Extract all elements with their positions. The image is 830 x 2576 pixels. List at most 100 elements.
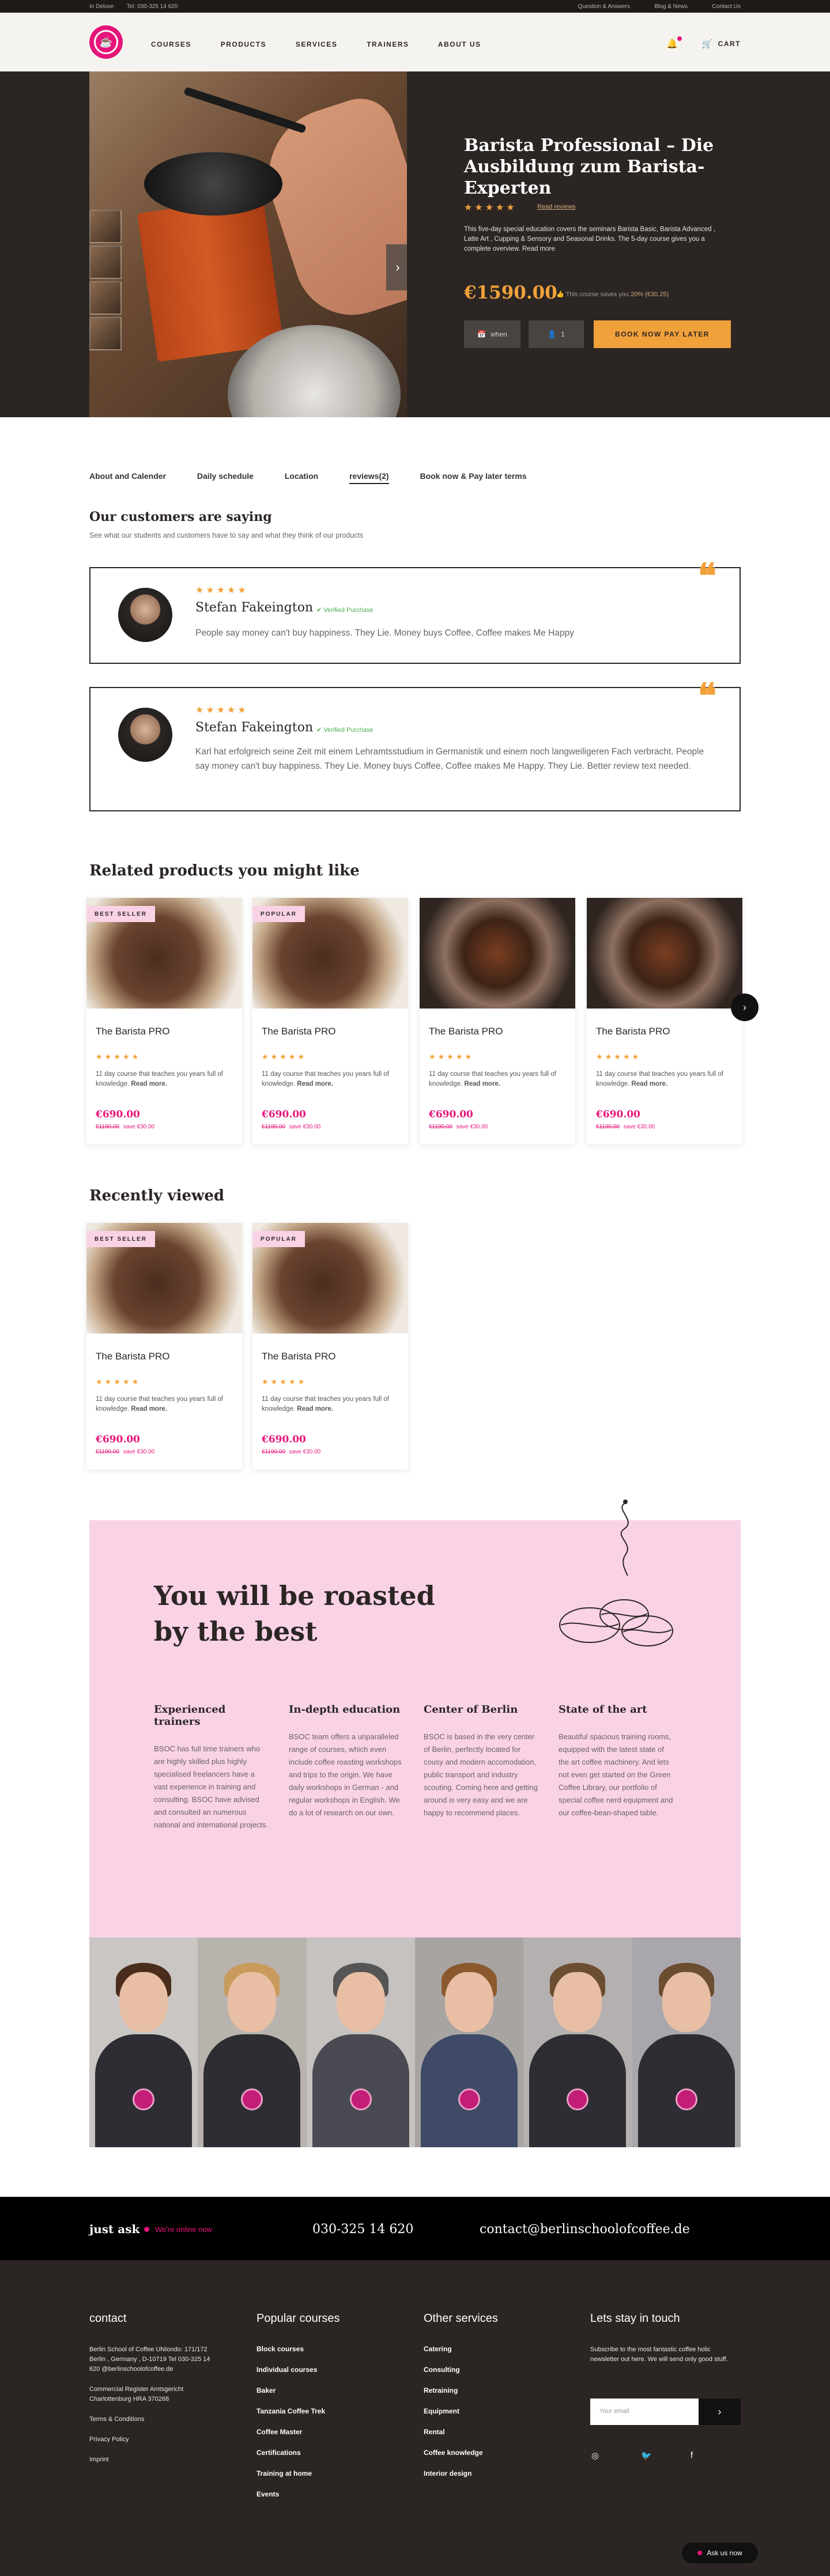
gallery-thumbnail[interactable] bbox=[89, 317, 122, 350]
footer-link[interactable]: Certifications bbox=[256, 2449, 340, 2457]
footer-link[interactable]: Consulting bbox=[424, 2366, 498, 2374]
tab-terms[interactable]: Book now & Pay later terms bbox=[420, 471, 526, 481]
nav-about[interactable]: ABOUT US bbox=[438, 40, 481, 48]
footer-link-imprint[interactable]: Imprint bbox=[89, 2455, 222, 2465]
old-price: €1190.00 bbox=[96, 1449, 119, 1455]
read-more-link[interactable]: Read more. bbox=[631, 1081, 667, 1087]
save-amount: €30.00 bbox=[637, 1124, 655, 1130]
coffee-beans-icon bbox=[559, 1599, 673, 1646]
tab-location[interactable]: Location bbox=[285, 471, 318, 481]
quote-icon: ❝ bbox=[697, 676, 716, 716]
product-hero: › Barista Professional – Die Ausbildung … bbox=[0, 71, 830, 417]
tab-schedule[interactable]: Daily schedule bbox=[197, 471, 254, 481]
contact-phone[interactable]: 030-325 14 620 bbox=[312, 2222, 413, 2237]
read-more-link[interactable]: Read more. bbox=[131, 1406, 167, 1412]
facebook-icon[interactable]: f bbox=[691, 2450, 693, 2460]
topbar-phone[interactable]: Tel: 030-325 14 620 bbox=[127, 3, 178, 10]
read-reviews-link[interactable]: Read reviews bbox=[537, 203, 576, 210]
footer-link-terms[interactable]: Terms & Conditions bbox=[89, 2415, 222, 2424]
ask-us-chat-button[interactable]: Ask us now bbox=[682, 2543, 758, 2563]
footer-link[interactable]: Retraining bbox=[424, 2386, 498, 2394]
nav-trainers[interactable]: TRAINERS bbox=[367, 40, 409, 48]
footer-link-privacy[interactable]: Privacy Policy bbox=[89, 2435, 222, 2445]
trainer-photo bbox=[198, 1937, 307, 2147]
product-card[interactable]: POPULAR The Barista PRO ★★★★★ 11 day cou… bbox=[252, 1223, 408, 1470]
topbar-link-blog[interactable]: Blog & News bbox=[655, 3, 688, 10]
topbar-location: In Deluxe bbox=[89, 3, 114, 10]
reviewer-name: Stefan Fakeington bbox=[195, 600, 314, 615]
tab-about[interactable]: About and Calender bbox=[89, 471, 166, 481]
instagram-icon[interactable]: ◎ bbox=[591, 2450, 599, 2461]
read-more-link[interactable]: Read more. bbox=[131, 1081, 167, 1087]
gallery-thumbnail[interactable] bbox=[89, 245, 122, 279]
quantity-select[interactable]: 👤 1 bbox=[529, 320, 584, 348]
carousel-next-arrow-icon[interactable]: › bbox=[731, 994, 759, 1021]
footer-link[interactable]: Rental bbox=[424, 2428, 498, 2436]
product-card[interactable]: BEST SELLER The Barista PRO ★★★★★ 11 day… bbox=[86, 898, 242, 1145]
footer-link[interactable]: Interior design bbox=[424, 2469, 498, 2477]
cart-icon[interactable]: 🛒 bbox=[701, 39, 713, 49]
apron-logo bbox=[675, 2088, 697, 2110]
tab-reviews[interactable]: reviews(2) bbox=[349, 471, 389, 484]
read-more-link[interactable]: Read more. bbox=[297, 1081, 333, 1087]
footer-link[interactable]: Events bbox=[256, 2490, 340, 2498]
product-card[interactable]: POPULAR The Barista PRO ★★★★★ 11 day cou… bbox=[252, 898, 408, 1145]
promo-feature-equipment: State of the art Beautiful spacious trai… bbox=[559, 1704, 674, 1819]
topbar-link-qa[interactable]: Question & Answers bbox=[578, 3, 630, 10]
badge-best-seller: BEST SELLER bbox=[86, 906, 155, 922]
product-card-old-price: €1190.00 save €30.00 bbox=[96, 1449, 155, 1455]
product-card[interactable]: BEST SELLER The Barista PRO ★★★★★ 11 day… bbox=[86, 1223, 242, 1470]
contact-email[interactable]: contact@berlinschoolofcoffee.de bbox=[480, 2222, 690, 2237]
product-card-title: The Barista PRO bbox=[429, 1026, 503, 1037]
product-card[interactable]: The Barista PRO ★★★★★ 11 day course that… bbox=[587, 898, 742, 1145]
nav-services[interactable]: SERVICES bbox=[296, 40, 337, 48]
footer-link[interactable]: Tanzania Coffee Trek bbox=[256, 2407, 340, 2415]
newsletter-submit-arrow-icon[interactable]: › bbox=[699, 2399, 741, 2425]
product-price: €1590.00 bbox=[464, 282, 557, 303]
trainer-face bbox=[336, 1972, 385, 2032]
footer-link[interactable]: Equipment bbox=[424, 2407, 498, 2415]
product-card[interactable]: The Barista PRO ★★★★★ 11 day course that… bbox=[420, 898, 575, 1145]
save-amount: €30.00 bbox=[470, 1124, 488, 1130]
reviews-subtitle: See what our students and customers have… bbox=[89, 531, 364, 539]
footer-link[interactable]: Individual courses bbox=[256, 2366, 340, 2374]
feature-title: State of the art bbox=[559, 1704, 647, 1716]
cart-label[interactable]: CART bbox=[718, 40, 741, 48]
topbar-link-contact[interactable]: Contact Us bbox=[712, 3, 741, 10]
read-more-link[interactable]: Read more. bbox=[464, 1081, 500, 1087]
footer-link[interactable]: Baker bbox=[256, 2386, 340, 2394]
nav-products[interactable]: PRODUCTS bbox=[221, 40, 266, 48]
trainer-photo bbox=[523, 1937, 632, 2147]
badge-best-seller: BEST SELLER bbox=[86, 1231, 155, 1247]
newsletter-email-input[interactable]: Your email bbox=[590, 2399, 699, 2425]
notification-bell-icon[interactable]: 🔔 bbox=[666, 36, 682, 50]
avatar bbox=[118, 708, 172, 762]
product-card-old-price: €1190.00 save €30.00 bbox=[96, 1124, 155, 1130]
trainer-photo bbox=[306, 1937, 415, 2147]
old-price: €1190.00 bbox=[262, 1124, 285, 1130]
read-more-link[interactable]: Read more. bbox=[297, 1406, 333, 1412]
nav-courses[interactable]: COURSES bbox=[151, 40, 191, 48]
twitter-icon[interactable]: 🐦 bbox=[641, 2450, 652, 2461]
book-now-button[interactable]: BOOK NOW PAY LATER bbox=[594, 320, 731, 348]
product-image: BEST SELLER bbox=[86, 1223, 242, 1334]
notification-dot bbox=[677, 36, 682, 41]
gallery-thumbnail[interactable] bbox=[89, 210, 122, 243]
footer-link[interactable]: Catering bbox=[424, 2345, 498, 2353]
footer-link[interactable]: Coffee Master bbox=[256, 2428, 340, 2436]
trainer-face bbox=[553, 1972, 602, 2032]
promo-title-line: You will be roasted bbox=[154, 1580, 435, 1611]
site-logo[interactable]: ☕ bbox=[89, 25, 123, 59]
product-rating-stars: ★★★★★ bbox=[464, 203, 517, 213]
promo-feature-location: Center of Berlin BSOC is based in the ve… bbox=[424, 1704, 539, 1819]
product-card-price: €690.00 bbox=[96, 1434, 140, 1445]
footer-link[interactable]: Coffee knowledge bbox=[424, 2449, 498, 2457]
product-card-old-price: €1190.00 save €30.00 bbox=[262, 1124, 321, 1130]
apron-logo bbox=[567, 2088, 589, 2110]
footer-link[interactable]: Block courses bbox=[256, 2345, 340, 2353]
gallery-next-arrow-icon[interactable]: › bbox=[386, 244, 407, 290]
online-status[interactable]: We're online now bbox=[144, 2225, 212, 2234]
footer-link[interactable]: Training at home bbox=[256, 2469, 340, 2477]
gallery-thumbnail[interactable] bbox=[89, 281, 122, 315]
when-select[interactable]: 📅 when bbox=[464, 320, 520, 348]
